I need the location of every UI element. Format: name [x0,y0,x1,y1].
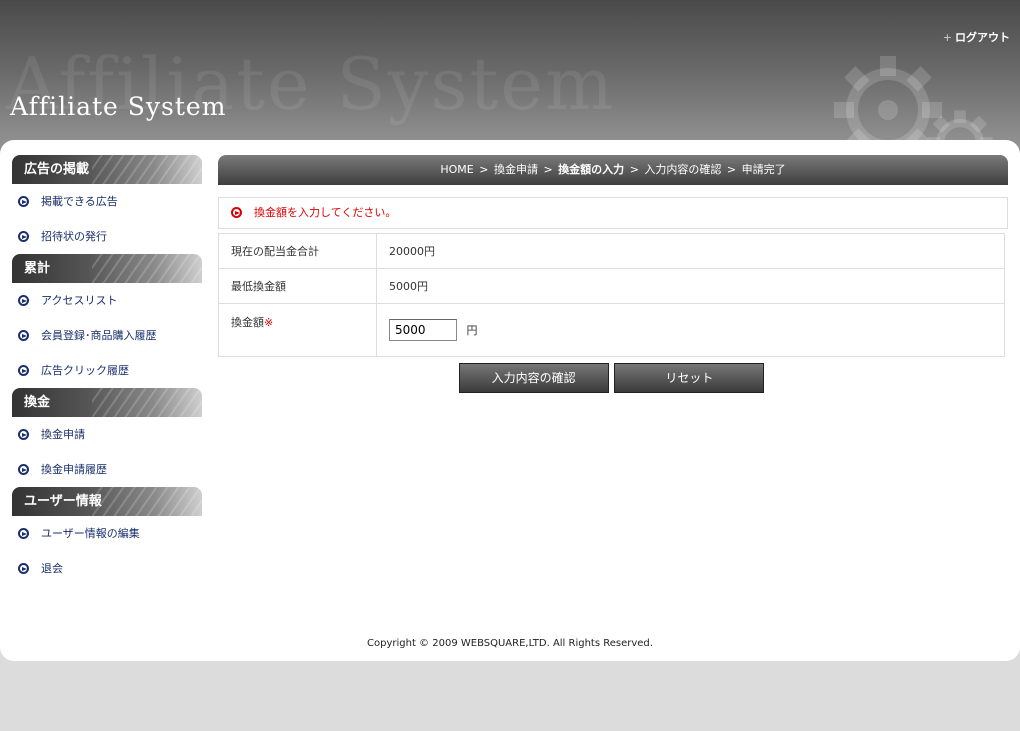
arrow-right-icon [18,527,29,539]
breadcrumb-home-link[interactable]: HOME [440,163,473,176]
leaf-pattern [92,487,202,516]
minimum-cashout-value: 5000円 [376,268,1005,304]
arrow-right-icon [231,206,242,218]
sidebar-heading-cashout: 換金 [12,388,202,417]
current-dividend-label: 現在の配当金合計 [218,233,377,269]
logout-label: ログアウト [955,31,1010,44]
arrow-right-icon [18,195,29,207]
sidebar-item-signup-purchase-history[interactable]: 会員登録･商品購入履歴 [12,318,202,353]
instruction-text: 換金額を入力してください。 [254,206,397,219]
sidebar-item-available-ads[interactable]: 掲載できる広告 [12,184,202,219]
instruction-message: 換金額を入力してください。 [218,197,1008,229]
sidebar-item-label: アクセスリスト [41,294,118,307]
sidebar-heading-user-info: ユーザー情報 [12,487,202,516]
button-row: 入力内容の確認 リセット [218,363,1005,393]
arrow-right-icon [18,230,29,242]
sidebar-item-cashout-history[interactable]: 換金申請履歴 [12,452,202,487]
arrow-right-icon [18,463,29,475]
sidebar-item-label: 会員登録･商品購入履歴 [41,329,157,342]
header: Affiliate System Affiliate System + ログアウ… [0,0,1020,160]
arrow-right-icon [18,562,29,574]
reset-button[interactable]: リセット [614,363,765,393]
table-row: 現在の配当金合計 20000円 [218,233,1005,269]
sidebar-item-label: 換金申請履歴 [41,463,107,476]
sidebar-item-label: 退会 [41,562,63,575]
logout-plus-icon: + [942,31,952,44]
sidebar-heading-totals: 累計 [12,254,202,283]
leaf-pattern [92,155,202,184]
breadcrumb-step-cashout: 換金申請 [493,163,538,176]
breadcrumb-step-confirm: 入力内容の確認 [644,163,722,176]
sidebar-item-edit-user-info[interactable]: ユーザー情報の編集 [12,516,202,551]
arrow-right-icon [18,329,29,341]
cashout-amount-input[interactable] [389,319,457,341]
sidebar-item-withdraw[interactable]: 退会 [12,551,202,586]
required-mark: ※ [264,316,274,329]
amount-unit: 円 [466,324,478,337]
cashout-form-table: 現在の配当金合計 20000円 最低換金額 5000円 換金額※ 円 [218,233,1005,357]
current-dividend-value: 20000円 [376,233,1005,269]
sidebar-item-access-list[interactable]: アクセスリスト [12,283,202,318]
copyright: Copyright © 2009 WEBSQUARE,LTD. All Righ… [367,638,653,649]
table-row: 換金額※ 円 [218,303,1005,357]
sidebar-item-label: 広告クリック履歴 [41,364,129,377]
confirm-input-button[interactable]: 入力内容の確認 [458,363,609,393]
arrow-right-icon [18,294,29,306]
sidebar-item-label: ユーザー情報の編集 [41,527,140,540]
leaf-pattern [92,388,202,417]
arrow-right-icon [18,364,29,376]
cashout-amount-label: 換金額※ [218,303,377,357]
breadcrumb-separator: > [726,163,737,176]
cashout-amount-cell: 円 [376,303,1005,357]
sidebar-item-ad-click-history[interactable]: 広告クリック履歴 [12,353,202,388]
leaf-pattern [92,254,202,283]
sidebar-item-label: 掲載できる広告 [41,195,118,208]
main-area: HOME > 換金申請 > 換金額の入力 > 入力内容の確認 > 申請完了 換金… [218,155,1008,393]
breadcrumb-separator: > [629,163,639,176]
breadcrumb-step-complete: 申請完了 [741,163,786,176]
breadcrumb-separator: > [479,163,489,176]
breadcrumb: HOME > 換金申請 > 換金額の入力 > 入力内容の確認 > 申請完了 [218,155,1008,185]
sidebar-heading-ads: 広告の掲載 [12,155,202,184]
minimum-cashout-label: 最低換金額 [218,268,377,304]
content-panel: 広告の掲載 掲載できる広告 招待状の発行 累計 アクセスリスト 会員登録･商品購… [0,140,1020,661]
sidebar-item-label: 換金申請 [41,428,85,441]
table-row: 最低換金額 5000円 [218,268,1005,304]
logout-link[interactable]: + ログアウト [943,29,1010,45]
breadcrumb-separator: > [543,163,553,176]
sidebar-item-invitation[interactable]: 招待状の発行 [12,219,202,254]
sidebar: 広告の掲載 掲載できる広告 招待状の発行 累計 アクセスリスト 会員登録･商品購… [12,155,202,586]
site-logo: Affiliate System [10,92,227,121]
sidebar-item-label: 招待状の発行 [41,230,107,243]
arrow-right-icon [18,428,29,440]
breadcrumb-current: 換金額の入力 [558,163,625,176]
sidebar-item-cashout-request[interactable]: 換金申請 [12,417,202,452]
